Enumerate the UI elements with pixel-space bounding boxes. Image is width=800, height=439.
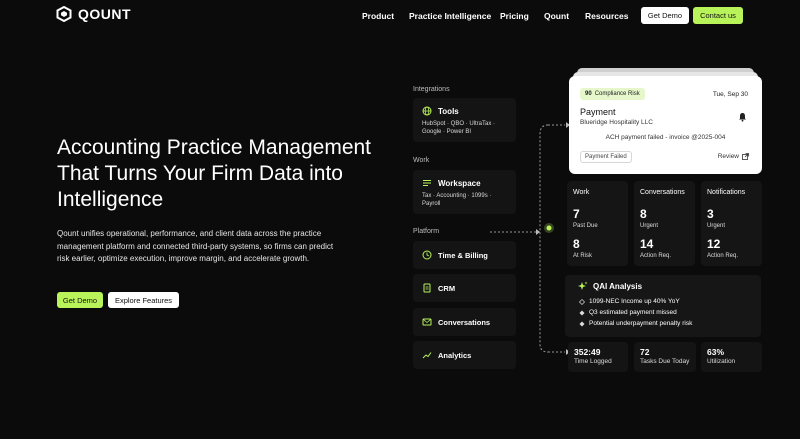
- crm-card[interactable]: CRM: [413, 274, 516, 302]
- diamond-bullet-icon: [579, 298, 585, 305]
- qai-item-text: Potential underpayment penalty risk: [589, 320, 693, 327]
- platform-label: Platform: [413, 228, 440, 235]
- conversations-action-count: 14: [640, 237, 654, 251]
- tasks-due-label: Tasks Due Today: [640, 358, 690, 365]
- clock-icon: [422, 250, 432, 260]
- work-tile[interactable]: Work 7 Past Due 8 At Risk: [567, 181, 628, 266]
- qai-item: Q3 estimated payment missed: [579, 309, 677, 316]
- qai-item-text: Q3 estimated payment missed: [589, 309, 677, 316]
- qai-title: QAI Analysis: [593, 282, 643, 291]
- payment-title: Payment: [580, 107, 616, 117]
- work-tile-title: Work: [573, 189, 590, 196]
- document-icon: [423, 283, 431, 293]
- globe-icon: [422, 106, 432, 116]
- work-past-due-count: 7: [573, 207, 580, 221]
- qai-item: 1099-NEC Income up 40% YoY: [579, 298, 680, 305]
- integrations-label: Integrations: [413, 86, 450, 93]
- time-logged-value: 352:49: [574, 347, 601, 357]
- tasks-due-value: 72: [640, 347, 650, 357]
- work-past-due-label: Past Due: [573, 223, 598, 229]
- payment-client: Blueridge Hospitality LLC: [580, 119, 653, 126]
- utilization-label: Utilization: [707, 358, 736, 365]
- analytics-title: Analytics: [438, 351, 472, 360]
- notifications-action-count: 12: [707, 237, 721, 251]
- notifications-action-label: Action Req.: [707, 253, 739, 259]
- mail-icon: [422, 318, 432, 326]
- work-at-risk-label: At Risk: [573, 253, 593, 259]
- payment-status-badge: Payment Failed: [580, 151, 632, 163]
- tools-sub: HubSpot · QBO · UltraTax · Google · Powe…: [422, 121, 496, 135]
- qai-item: Potential underpayment penalty risk: [579, 320, 692, 327]
- payment-date: Tue, Sep 30: [712, 91, 748, 98]
- list-icon: [423, 180, 431, 186]
- utilization-stat[interactable]: 63% Utilization: [701, 342, 762, 372]
- conversations-card[interactable]: Conversations: [413, 308, 516, 336]
- review-label: Review: [717, 153, 739, 160]
- conversations-urgent-count: 8: [640, 207, 647, 221]
- time-billing-title: Time & Billing: [438, 251, 488, 260]
- qai-analysis-panel[interactable]: QAI Analysis 1099-NEC Income up 40% YoY …: [565, 275, 761, 337]
- diamond-bullet-icon: [579, 310, 585, 315]
- notifications-urgent-count: 3: [707, 207, 714, 221]
- payment-alert-card[interactable]: 90 Compliance Risk Tue, Sep 30 Payment B…: [569, 76, 762, 174]
- notifications-tile[interactable]: Notifications 3 Urgent 12 Action Req.: [701, 181, 762, 266]
- bell-icon[interactable]: [738, 112, 747, 122]
- conversations-tile[interactable]: Conversations 8 Urgent 14 Action Req.: [634, 181, 695, 266]
- workspace-title: Workspace: [438, 179, 481, 188]
- time-logged-label: Time Logged: [574, 358, 612, 365]
- review-link[interactable]: Review: [718, 153, 749, 160]
- tools-card[interactable]: Tools HubSpot · QBO · UltraTax · Google …: [413, 98, 516, 142]
- workspace-sub: Tax · Accounting · 1099s · Payroll: [422, 193, 492, 207]
- tasks-due-stat[interactable]: 72 Tasks Due Today: [634, 342, 696, 372]
- external-link-icon: [742, 153, 749, 160]
- qai-item-text: 1099-NEC Income up 40% YoY: [589, 298, 680, 305]
- utilization-value: 63%: [707, 347, 725, 357]
- trend-chart-icon: [422, 352, 432, 359]
- conversations-urgent-label: Urgent: [640, 223, 659, 229]
- analytics-card[interactable]: Analytics: [413, 341, 516, 369]
- time-logged-stat[interactable]: 352:49 Time Logged: [568, 342, 628, 372]
- tools-title: Tools: [438, 107, 459, 116]
- time-billing-card[interactable]: Time & Billing: [413, 241, 516, 269]
- sparkle-icon: [578, 281, 588, 290]
- payment-message: ACH payment failed - invoice @2025-004: [605, 134, 726, 141]
- notifications-urgent-label: Urgent: [707, 223, 726, 229]
- notifications-tile-title: Notifications: [707, 189, 746, 196]
- work-at-risk-count: 8: [573, 237, 580, 251]
- conversations-tile-title: Conversations: [640, 189, 685, 196]
- conversations-title: Conversations: [438, 318, 491, 327]
- crm-title: CRM: [438, 284, 456, 293]
- workspace-card[interactable]: Workspace Tax · Accounting · 1099s · Pay…: [413, 170, 516, 214]
- risk-label: Compliance Risk: [594, 91, 640, 97]
- risk-score: 90: [585, 91, 592, 97]
- diamond-bullet-icon: [579, 321, 585, 326]
- conversations-action-label: Action Req.: [640, 253, 672, 259]
- work-label: Work: [413, 157, 430, 164]
- compliance-risk-badge: 90 Compliance Risk: [580, 88, 645, 100]
